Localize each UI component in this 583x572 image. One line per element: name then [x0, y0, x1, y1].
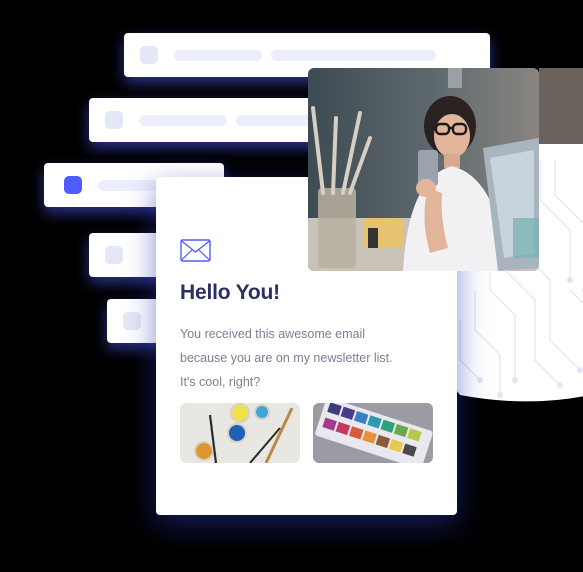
- image-watercolor-palette: [313, 403, 433, 463]
- email-body-line: You received this awesome email: [180, 327, 366, 341]
- photo-woman-with-phone: [308, 68, 539, 271]
- email-title: Hello You!: [180, 281, 280, 304]
- placeholder-bar: [174, 50, 262, 61]
- square-marker-icon: [123, 312, 141, 330]
- envelope-icon: [180, 239, 211, 262]
- square-marker-icon: [140, 46, 158, 64]
- placeholder-bar: [139, 115, 227, 126]
- placeholder-bar: [271, 50, 436, 61]
- email-body-line: because you are on my newsletter list.: [180, 351, 393, 365]
- square-marker-icon: [105, 111, 123, 129]
- email-body: You received this awesome email because …: [180, 322, 440, 394]
- square-marker-icon: [105, 246, 123, 264]
- email-body-line: It's cool, right?: [180, 375, 261, 389]
- photo-background-strip: [539, 68, 583, 144]
- newsletter-illustration: Hello You! You received this awesome ema…: [0, 0, 583, 572]
- square-marker-icon: [64, 176, 82, 194]
- image-paints-and-brushes: [180, 403, 300, 463]
